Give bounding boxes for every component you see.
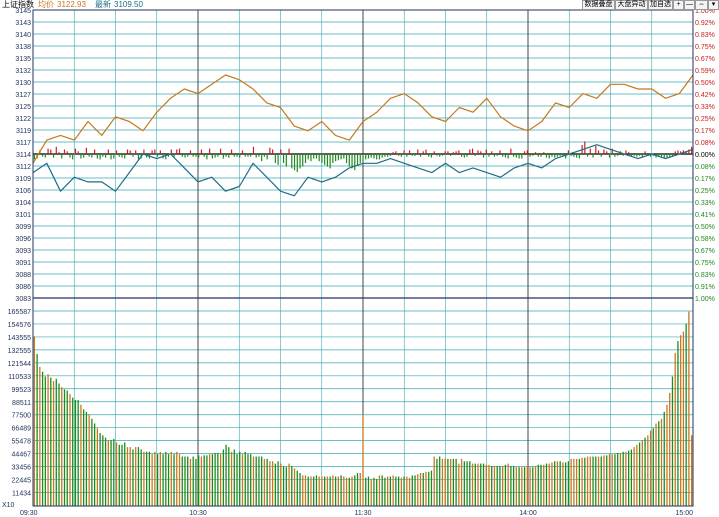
price-tick-label: 3088 [15,272,31,279]
pct-tick-label: 0.33% [695,104,715,111]
time-label: 14:00 [519,510,537,517]
price-tick-label: 3109 [15,176,31,183]
pct-tick-label: 0.92% [695,20,715,27]
price-tick-label: 3132 [15,68,31,75]
pct-tick-label: 0.25% [695,116,715,123]
pct-tick-label: 0.50% [695,224,715,231]
pct-tick-label: 0.75% [695,44,715,51]
avg-price-label: 均价 [38,0,54,9]
time-label: 09:30 [20,510,38,517]
pct-tick-label: 0.17% [695,176,715,183]
pct-tick-label: 0.83% [695,272,715,279]
price-tick-label: 3096 [15,236,31,243]
price-tick-label: 3099 [15,224,31,231]
price-tick-label: 3135 [15,56,31,63]
top-toolbar: 上证指数 均价 3122.93 最新 3109.50 数据叠盘 大盘异动 加自选… [0,0,719,10]
volume-tick-label: 110533 [8,374,31,381]
data-overlay-button[interactable]: 数据叠盘 [582,0,615,10]
volume-tick-label: 99523 [12,387,32,394]
volume-tick-label: 66489 [12,426,32,433]
price-tick-label: 3093 [15,248,31,255]
volume-tick-label: 77500 [12,413,32,420]
volume-tick-label: 132555 [8,348,31,355]
price-tick-label: 3125 [15,104,31,111]
volume-tick-label: 88511 [12,400,31,407]
volume-tick-label: 55478 [12,439,32,446]
price-tick-label: 3117 [16,140,31,147]
pct-tick-label: 0.08% [695,164,715,171]
price-tick-label: 3112 [16,164,31,171]
time-label: 10:30 [189,510,207,517]
pct-tick-label: 0.58% [695,236,715,243]
volume-tick-label: 33456 [12,465,32,472]
market-alert-button[interactable]: 大盘异动 [615,0,648,10]
avg-price-value: 3122.93 [57,0,86,9]
time-label: 11:30 [355,510,372,517]
price-tick-label: 3122 [15,116,31,123]
price-tick-label: 3101 [15,212,31,219]
volume-tick-label: 154576 [8,322,31,329]
pct-tick-label: 0.91% [695,284,715,291]
pct-tick-label: 0.59% [695,68,715,75]
price-tick-label: 3130 [15,80,31,87]
price-tick-label: 3138 [15,44,31,51]
volume-unit-label: X10 [2,502,15,509]
pct-tick-label: 0.50% [695,80,715,87]
pct-tick-label: 0.75% [695,260,715,267]
last-price-value: 3109.50 [114,0,143,9]
volume-tick-label: 165587 [8,309,31,316]
price-tick-label: 3143 [15,20,31,27]
pct-tick-label: 0.08% [695,140,715,147]
pct-tick-label: 1.00% [695,296,715,303]
price-tick-label: 3127 [15,92,31,99]
price-tick-label: 3114 [16,152,31,159]
pct-tick-label: 0.41% [695,212,715,219]
index-name: 上证指数 [2,0,34,9]
volume-tick-label: 11434 [12,491,31,498]
price-tick-label: 3119 [16,128,31,135]
zoom-out-button[interactable]: — [684,0,695,10]
volume-tick-label: 121544 [8,361,31,368]
zoom-in-button[interactable]: + [673,0,684,10]
price-tick-label: 3104 [15,200,31,207]
pct-tick-label: 0.67% [695,248,715,255]
pct-tick-label: 0.33% [695,200,715,207]
expand-button[interactable]: ⇔ [695,0,708,10]
time-label: 15:00 [675,510,693,517]
pct-tick-label: 0.67% [695,56,715,63]
volume-tick-label: 143555 [8,335,31,342]
pct-tick-label: 0.42% [695,92,715,99]
pct-tick-label: 0.83% [695,32,715,39]
pct-tick-label: 0.17% [695,128,715,135]
price-tick-label: 3091 [15,260,31,267]
price-tick-label: 3086 [15,284,31,291]
add-watchlist-button[interactable]: 加自选 [648,0,673,10]
last-price-label: 最新 [95,0,111,9]
intraday-chart[interactable]: 3145 1.00%3143 0.92%3140 0.83%3138 0.75%3135… [0,0,719,517]
more-dropdown-button[interactable]: ▾ [708,0,719,10]
price-tick-label: 3083 [15,296,31,303]
pct-tick-label: 0.25% [695,188,715,195]
price-tick-label: 3140 [15,32,31,39]
pct-tick-label: 0.00% [695,152,715,159]
volume-tick-label: 22445 [12,478,32,485]
price-tick-label: 3106 [15,188,31,195]
volume-tick-label: 44467 [12,452,32,459]
